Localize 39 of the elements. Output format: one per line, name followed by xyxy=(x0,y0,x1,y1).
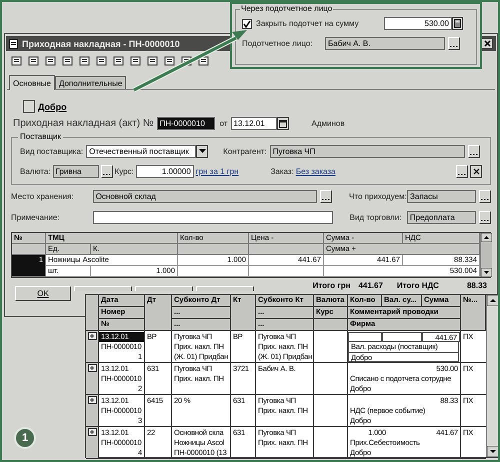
input-field[interactable]: 530.00 xyxy=(384,17,452,30)
link[interactable]: грн за 1 грн xyxy=(196,166,239,177)
field-label: Контрагент: xyxy=(223,146,267,157)
field-label: Примечание: xyxy=(11,212,61,223)
group-title: Поставщик xyxy=(18,132,64,142)
field-label: Вид торговли: xyxy=(350,212,402,223)
input-field[interactable]: Гривна xyxy=(52,165,99,178)
field-label: Валюта: xyxy=(20,166,51,177)
input-field[interactable]: 13.12.01 xyxy=(230,117,276,130)
input-field[interactable]: 1.00000 xyxy=(136,165,194,178)
field-label: Вид поставщика: xyxy=(20,146,84,157)
tab[interactable]: Основные xyxy=(9,75,55,90)
input-field[interactable]: Бабич А. В. xyxy=(325,37,445,50)
window-title: Приходная накладная - ПН-0000010 xyxy=(22,38,180,50)
field-label: Заказ: xyxy=(270,166,294,177)
total-label: Итого НДС xyxy=(396,281,439,291)
total-value: 441.67 xyxy=(358,281,383,291)
total-value: 88.33 xyxy=(466,281,487,291)
input-field[interactable]: Предоплата xyxy=(406,211,476,224)
total-label: Итого грн xyxy=(312,281,350,291)
field-label: Админов xyxy=(312,118,345,129)
field-label: от xyxy=(220,118,228,129)
ok-button[interactable]: OK xyxy=(15,286,71,301)
callout-badge: 1 xyxy=(14,427,36,449)
field-label: Место хранения: xyxy=(11,191,75,202)
input-field[interactable]: Запасы xyxy=(407,190,476,203)
field-label: Что приходуем: xyxy=(349,191,404,202)
field-label: Подотчетное лицо: xyxy=(242,38,314,49)
link[interactable]: Без заказа xyxy=(296,166,336,177)
field-label: Закрыть подотчет на сумму xyxy=(256,18,360,29)
firm-link[interactable]: Добро xyxy=(38,100,67,112)
field-label: Курс: xyxy=(114,166,134,177)
input-field[interactable]: Основной склад xyxy=(92,190,318,203)
tab[interactable]: Дополнительные xyxy=(54,76,126,89)
group-title: Через подотчетное лицо xyxy=(240,4,334,14)
input-field[interactable]: Пуговка ЧП xyxy=(270,145,465,158)
form-title: Приходная накладная (акт) № xyxy=(13,117,154,130)
input-field[interactable]: ПН-0000010 xyxy=(156,117,215,130)
input-field[interactable]: Отечественный поставщик xyxy=(86,145,196,158)
